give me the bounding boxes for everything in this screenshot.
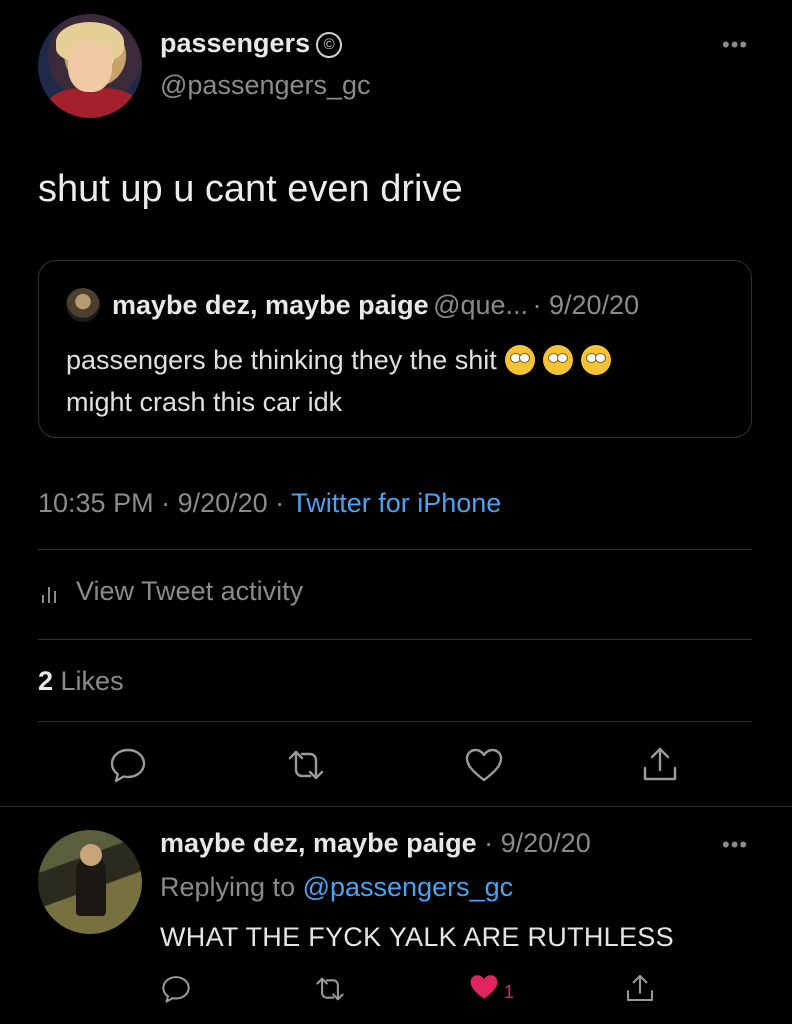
quoted-text-line2: might crash this car idk — [66, 387, 343, 417]
divider — [38, 639, 752, 640]
face-with-rolling-eyes-icon — [580, 345, 611, 375]
reply-text: WHAT THE FYCK YALK ARE RUTHLESS — [160, 922, 674, 952]
reply-reply-icon[interactable] — [160, 974, 192, 1004]
reply-icon[interactable] — [108, 746, 148, 784]
tweet-date[interactable]: 9/20/20 — [178, 488, 268, 518]
meta-separator: · — [267, 488, 292, 518]
reply-author-name[interactable]: maybe dez, maybe paige — [160, 828, 477, 858]
view-tweet-activity-button[interactable]: View Tweet activity — [38, 576, 303, 607]
author-name-row[interactable]: passengers © — [160, 28, 343, 59]
quoted-author-avatar — [66, 288, 100, 322]
reply-header: maybe dez, maybe paige · 9/20/20 — [160, 828, 591, 859]
divider — [38, 549, 752, 550]
quoted-tweet-header: maybe dez, maybe paige @que... · 9/20/20 — [112, 290, 639, 321]
face-with-rolling-eyes-icon — [504, 345, 535, 375]
likes-count: 2 — [38, 666, 54, 696]
quoted-text-line1: passengers be thinking they the shit — [66, 345, 497, 375]
copyright-icon: © — [316, 32, 343, 58]
divider — [0, 806, 792, 807]
quoted-author-handle: @que... — [433, 290, 529, 320]
bar-chart-icon — [38, 579, 64, 605]
tweet-meta: 10:35 PM · 9/20/20 · Twitter for iPhone — [38, 488, 501, 519]
tweet-time[interactable]: 10:35 PM — [38, 488, 154, 518]
author-name[interactable]: passengers — [160, 28, 310, 58]
meta-separator: · — [153, 488, 178, 518]
reply-liked-heart-icon[interactable] — [468, 972, 500, 1002]
likes-count-link[interactable]: 2 Likes — [38, 666, 124, 697]
quoted-author-name: maybe dez, maybe paige — [112, 290, 429, 320]
replying-to-label: Replying to — [160, 872, 303, 902]
reply-date: · 9/20/20 — [476, 828, 591, 858]
share-icon[interactable] — [640, 744, 680, 784]
tweet-text: shut up u cant even drive — [38, 168, 463, 210]
quoted-tweet-text: passengers be thinking they the shit mig… — [66, 339, 611, 423]
quoted-tweet-date: · 9/20/20 — [532, 290, 640, 320]
replying-to-handle[interactable]: @passengers_gc — [303, 872, 514, 902]
likes-label: Likes — [53, 666, 124, 696]
author-avatar[interactable] — [38, 14, 142, 118]
face-with-rolling-eyes-icon — [542, 345, 573, 375]
reply-more-options-icon[interactable]: ••• — [722, 832, 748, 858]
reply-share-icon[interactable] — [624, 972, 656, 1004]
reply-author-avatar[interactable] — [38, 830, 142, 934]
author-handle[interactable]: @passengers_gc — [160, 70, 371, 101]
retweet-icon[interactable] — [284, 746, 328, 784]
reply-like-count: 1 — [504, 982, 515, 1002]
more-options-icon[interactable]: ••• — [722, 32, 748, 58]
divider — [38, 721, 752, 722]
tweet-source-link[interactable]: Twitter for iPhone — [291, 488, 501, 518]
reply-retweet-icon[interactable] — [312, 974, 348, 1004]
heart-icon[interactable] — [464, 746, 504, 784]
replying-to: Replying to @passengers_gc — [160, 872, 513, 903]
view-tweet-activity-label: View Tweet activity — [76, 576, 304, 606]
